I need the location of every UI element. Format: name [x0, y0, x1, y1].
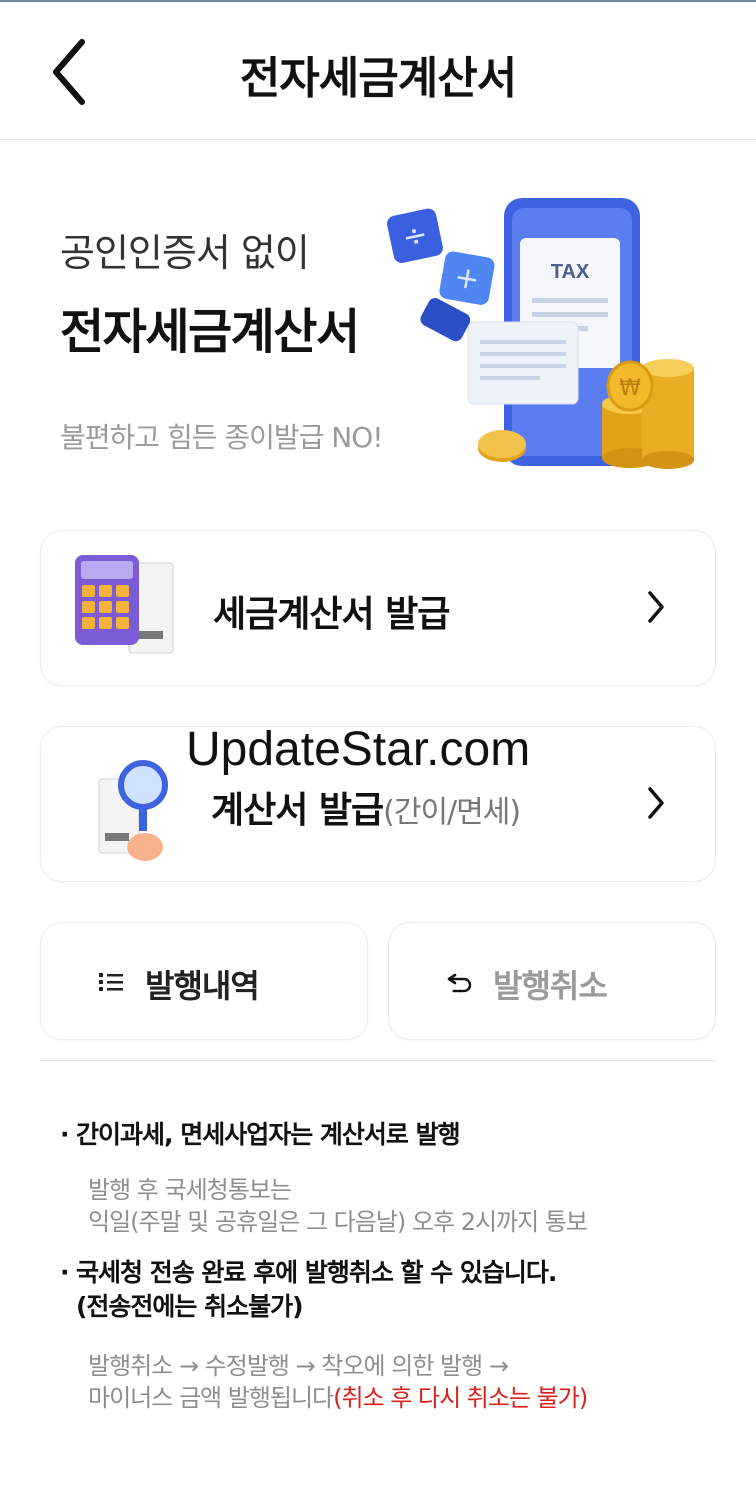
tax-label: TAX — [551, 261, 590, 283]
divider — [40, 1060, 716, 1061]
notice-item-1-line-1: 발행 후 국세청통보는 — [88, 1176, 292, 1204]
notice-section: · 간이과세, 면세사업자는 계산서로 발행 발행 후 국세청통보는 익일(주말 … — [60, 1118, 720, 1414]
notice-item-2-line-2: 마이너스 금액 발행됩니다 — [88, 1384, 334, 1412]
history-label: 발행내역 — [145, 967, 260, 1005]
notice-item-2-title-line-1: 국세청 전송 완료 후에 발행취소 할 수 있습니다. — [76, 1258, 557, 1287]
notice-item-2-warning: (취소 후 다시 취소는 불가) — [333, 1384, 588, 1412]
notice-item-1-body: 발행 후 국세청통보는 익일(주말 및 공휴일은 그 다음날) 오후 2시까지 … — [60, 1174, 720, 1238]
issue-tax-invoice-button[interactable]: 세금계산서 발급 — [40, 530, 716, 686]
issue-invoice-label: 계산서 발급(간이/면세) — [211, 781, 521, 833]
notice-item-1-text: 간이과세, 면세사업자는 계산서로 발행 — [76, 1120, 461, 1149]
notice-item-1-title: · 간이과세, 면세사업자는 계산서로 발행 — [60, 1120, 461, 1149]
hero-banner: 공인인증서 없이 전자세금계산서 불편하고 힘든 종이발급 NO! TAX ÷ … — [0, 140, 756, 500]
issue-tax-invoice-label: 세금계산서 발급 — [213, 594, 450, 635]
watermark: UpdateStar.com — [186, 723, 531, 776]
notice-item-2-title-line-2: (전송전에는 취소불가) — [76, 1292, 304, 1321]
notice-item-2-line-1: 발행취소 → 수정발행 → 착오에 의한 발행 → — [88, 1352, 509, 1380]
tax-phone-illustration: TAX ÷ + ₩ — [387, 198, 694, 469]
chevron-right-icon — [648, 787, 664, 819]
list-icon — [99, 973, 123, 991]
notice-item-1-line-2: 익일(주말 및 공휴일은 그 다음날) 오후 2시까지 통보 — [88, 1208, 588, 1236]
calculator-icon — [75, 555, 174, 654]
history-button[interactable]: 발행내역 — [40, 922, 368, 1040]
hero-subtitle: 공인인증서 없이 — [60, 231, 310, 275]
hero-title: 전자세금계산서 — [60, 304, 360, 360]
app-header: 전자세금계산서 — [0, 2, 756, 140]
hero-tagline: 불편하고 힘든 종이발급 NO! — [60, 421, 384, 454]
chevron-right-icon — [648, 591, 664, 623]
svg-text:₩: ₩ — [619, 376, 641, 401]
undo-icon — [447, 973, 472, 993]
issue-invoice-title: 계산서 발급 — [211, 790, 384, 831]
notice-item-2-body: 발행취소 → 수정발행 → 착오에 의한 발행 → 마이너스 금액 발행됩니다(… — [60, 1350, 720, 1414]
notice-item-2-line-2-wrap: 마이너스 금액 발행됩니다(취소 후 다시 취소는 불가) — [88, 1382, 720, 1414]
issue-invoice-aux: (간이/면세) — [383, 795, 521, 830]
cancel-issue-button[interactable]: 발행취소 — [388, 922, 716, 1040]
magnifier-receipt-icon — [98, 760, 168, 861]
notice-item-2-title: · 국세청 전송 완료 후에 발행취소 할 수 있습니다. (전송전에는 취소불… — [60, 1256, 720, 1324]
cancel-issue-label: 발행취소 — [493, 967, 608, 1005]
page-title: 전자세금계산서 — [239, 53, 517, 104]
